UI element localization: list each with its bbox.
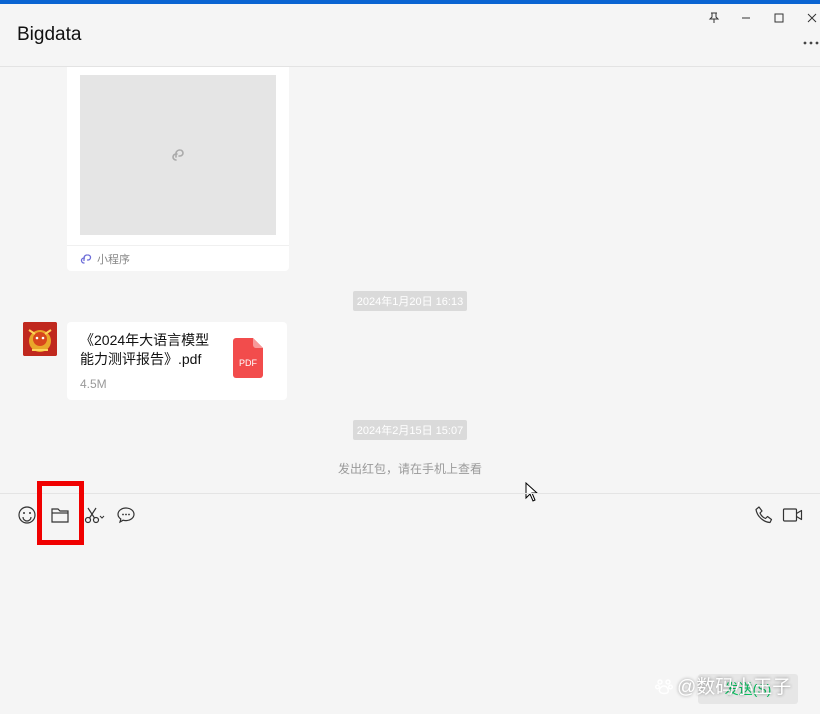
title-bar: Bigdata (0, 4, 820, 67)
pin-icon[interactable] (703, 10, 725, 26)
pdf-icon-label: PDF (239, 358, 258, 368)
close-icon[interactable] (801, 10, 820, 26)
mini-program-card[interactable]: 小程序 (67, 67, 289, 271)
emoji-icon[interactable] (16, 504, 38, 526)
annotation-highlight-box (37, 481, 84, 545)
file-name: 《2024年大语言模型能力测评报告》.pdf (80, 332, 210, 367)
system-notice: 发出红包，请在手机上查看 (337, 462, 482, 476)
mini-program-label: 小程序 (97, 253, 130, 266)
message-input[interactable] (0, 540, 820, 660)
avatar[interactable] (23, 322, 57, 356)
file-size: 4.5M (80, 377, 107, 391)
file-message-card[interactable]: 《2024年大语言模型能力测评报告》.pdf 4.5M PDF (67, 322, 287, 400)
mini-program-footer: 小程序 (67, 245, 289, 271)
video-icon[interactable] (782, 504, 804, 526)
maximize-icon[interactable] (768, 10, 790, 26)
link-icon (172, 149, 184, 161)
mini-program-icon (80, 253, 92, 264)
timestamp: 2024年2月15日 15:07 (0, 420, 820, 440)
more-icon[interactable] (800, 34, 820, 50)
chat-bubble-icon[interactable] (115, 504, 137, 526)
timestamp: 2024年1月20日 16:13 (0, 291, 820, 311)
pdf-file-icon: PDF (233, 338, 263, 378)
mini-program-thumbnail (80, 75, 276, 235)
watermark-text: @数码小王子 (677, 677, 792, 698)
phone-icon[interactable] (753, 504, 775, 526)
chat-title: Bigdata (17, 24, 82, 45)
watermark: @数码小王子 (654, 672, 791, 699)
paw-icon (655, 678, 673, 694)
scissors-icon[interactable] (83, 504, 105, 526)
mouse-cursor-icon (525, 482, 539, 502)
minimize-icon[interactable] (735, 10, 757, 26)
composer-divider (0, 493, 820, 494)
message-list[interactable]: 小程序 2024年1月20日 16:13 《2024年大语言模型能力测评报告》.… (0, 67, 820, 493)
